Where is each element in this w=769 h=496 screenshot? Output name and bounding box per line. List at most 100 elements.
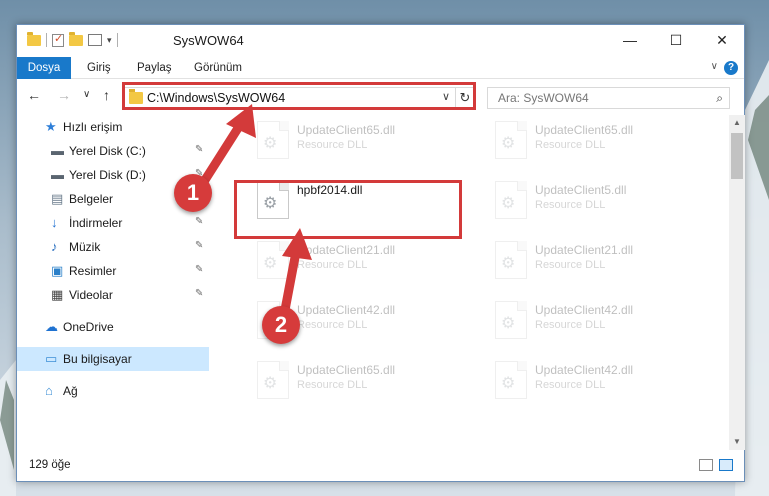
new-folder-icon[interactable]	[69, 31, 83, 46]
sidebar-item[interactable]: ▣ Resimler ✎	[17, 259, 209, 283]
file-type: Resource DLL	[297, 319, 368, 331]
file-item[interactable]: ⚙ UpdateClient65.dll Resource DLL	[249, 115, 479, 171]
file-item[interactable]: ⚙ UpdateClient65.dll Resource DLL	[487, 115, 717, 171]
sidebar-item[interactable]: ★ Hızlı erişim	[17, 115, 209, 139]
folder-icon	[27, 31, 41, 46]
file-name: UpdateClient42.dll	[535, 303, 634, 317]
search-box[interactable]: Ara: SysWOW64 ⌕	[487, 87, 730, 109]
pin-icon[interactable]: ✎	[195, 240, 203, 251]
sidebar-item-label: Bu bilgisayar	[63, 352, 132, 366]
sidebar-item[interactable]: ▬ Yerel Disk (C:) ✎	[17, 139, 209, 163]
videos-icon: ▦	[51, 287, 64, 302]
tab-share[interactable]: Paylaş	[137, 57, 172, 79]
toolbar-divider	[116, 33, 118, 47]
gear-icon: ⚙	[501, 135, 516, 152]
file-type: Resource DLL	[535, 199, 606, 211]
file-item[interactable]: ⚙ UpdateClient5.dll Resource DLL	[487, 175, 717, 231]
file-name: UpdateClient65.dll	[297, 363, 396, 377]
gear-icon: ⚙	[501, 255, 516, 272]
file-type: Resource DLL	[297, 259, 368, 271]
vertical-scrollbar[interactable]: ▲ ▼	[729, 115, 745, 450]
gear-icon: ⚙	[263, 375, 278, 392]
file-name: UpdateClient21.dll	[297, 243, 396, 257]
pin-icon[interactable]: ✎	[195, 288, 203, 299]
sidebar-item-label: Videolar	[69, 288, 113, 302]
navigation-pane: ★ Hızlı erişim ▬ Yerel Disk (C:) ✎ ▬ Yerel Dis…	[17, 115, 209, 450]
pin-icon[interactable]: ✎	[195, 216, 203, 227]
pin-icon[interactable]: ✎	[195, 144, 203, 155]
help-icon[interactable]: ?	[724, 61, 738, 75]
gear-icon: ⚙	[501, 375, 516, 392]
file-highlight	[234, 180, 462, 239]
file-type: Resource DLL	[297, 379, 368, 391]
gear-icon: ⚙	[501, 195, 516, 212]
music-icon: ♪	[51, 239, 58, 254]
gear-icon: ⚙	[501, 315, 516, 332]
scroll-down-arrow-icon[interactable]: ▼	[729, 434, 745, 450]
file-name: UpdateClient42.dll	[535, 363, 634, 377]
drive-icon: ▬	[51, 167, 64, 182]
gear-icon: ⚙	[263, 255, 278, 272]
file-item[interactable]: ⚙ UpdateClient21.dll Resource DLL	[487, 235, 717, 291]
pane-divider[interactable]	[209, 115, 210, 450]
sidebar-item-label: İndirmeler	[69, 216, 123, 230]
file-name: UpdateClient5.dll	[535, 183, 627, 197]
status-bar: 129 öğe	[17, 451, 744, 481]
ribbon-expand-chevron-icon[interactable]: ∨	[711, 61, 718, 72]
step-2-badge: 2	[262, 306, 300, 344]
sidebar-item[interactable]: ▦ Videolar ✎	[17, 283, 209, 307]
close-button[interactable]: ✕	[699, 25, 745, 55]
customize-toolbar-chevron-icon[interactable]: ▾	[107, 35, 112, 46]
pin-icon[interactable]: ✎	[195, 264, 203, 275]
sidebar-item[interactable]: ▭ Bu bilgisayar	[17, 347, 209, 371]
scrollbar-thumb[interactable]	[731, 133, 743, 179]
sidebar-item[interactable]: ↓ İndirmeler ✎	[17, 211, 209, 235]
tab-view[interactable]: Görünüm	[194, 57, 242, 79]
tab-file[interactable]: Dosya	[17, 57, 71, 79]
file-item[interactable]: ⚙ UpdateClient42.dll Resource DLL	[487, 295, 717, 351]
computer-icon: ▭	[45, 351, 58, 366]
pictures-icon: ▣	[51, 263, 64, 278]
sidebar-item[interactable]: ☁ OneDrive	[17, 315, 209, 339]
download-icon: ↓	[51, 215, 58, 230]
up-button[interactable]: ↑	[103, 87, 110, 103]
file-item[interactable]: ⚙ UpdateClient21.dll Resource DLL	[249, 235, 479, 291]
window-title: SysWOW64	[173, 33, 244, 48]
network-icon: ⌂	[45, 383, 53, 398]
sidebar-item-label: OneDrive	[63, 320, 114, 334]
ribbon-tabs: Dosya Giriş Paylaş Görünüm ∨ ?	[17, 57, 744, 79]
back-button[interactable]: ←	[27, 87, 41, 103]
file-name: UpdateClient21.dll	[535, 243, 634, 257]
file-name: UpdateClient65.dll	[535, 123, 634, 137]
recent-locations-chevron-icon[interactable]: ∨	[83, 89, 90, 100]
sidebar-item-label: Resimler	[69, 264, 117, 278]
details-view-icon[interactable]	[699, 459, 713, 471]
toolbar-divider	[46, 33, 47, 47]
sidebar-item-label: Yerel Disk (D:)	[69, 168, 146, 182]
maximize-button[interactable]: ☐	[653, 25, 699, 55]
scroll-up-arrow-icon[interactable]: ▲	[729, 115, 745, 131]
sidebar-item-label: Müzik	[69, 240, 101, 254]
sidebar-item[interactable]: ♪ Müzik ✎	[17, 235, 209, 259]
tab-home[interactable]: Giriş	[87, 57, 111, 79]
file-type: Resource DLL	[297, 139, 368, 151]
file-type: Resource DLL	[535, 139, 606, 151]
quick-access-toolbar: ▾	[27, 31, 118, 47]
search-icon[interactable]: ⌕	[716, 91, 723, 106]
sidebar-item[interactable]: ⌂ Ağ	[17, 379, 209, 403]
file-list: ⚙ UpdateClient65.dll Resource DLL ⚙ UpdateCl…	[213, 115, 729, 450]
sidebar-item-label: Yerel Disk (C:)	[69, 144, 146, 158]
file-name: UpdateClient42.dll	[297, 303, 396, 317]
rename-icon[interactable]	[88, 34, 102, 46]
forward-button[interactable]: →	[57, 87, 71, 103]
file-item[interactable]: ⚙ UpdateClient42.dll Resource DLL	[487, 355, 717, 411]
sidebar-item-label: Belgeler	[69, 192, 114, 206]
file-type: Resource DLL	[535, 379, 606, 391]
minimize-button[interactable]: —	[607, 25, 653, 55]
item-count: 129 öğe	[29, 459, 71, 471]
sidebar-item-label: Hızlı erişim	[63, 120, 123, 134]
file-item[interactable]: ⚙ UpdateClient65.dll Resource DLL	[249, 355, 479, 411]
large-icons-view-icon[interactable]	[719, 459, 733, 471]
properties-check-icon[interactable]	[52, 32, 64, 47]
step-1-badge: 1	[174, 174, 212, 212]
